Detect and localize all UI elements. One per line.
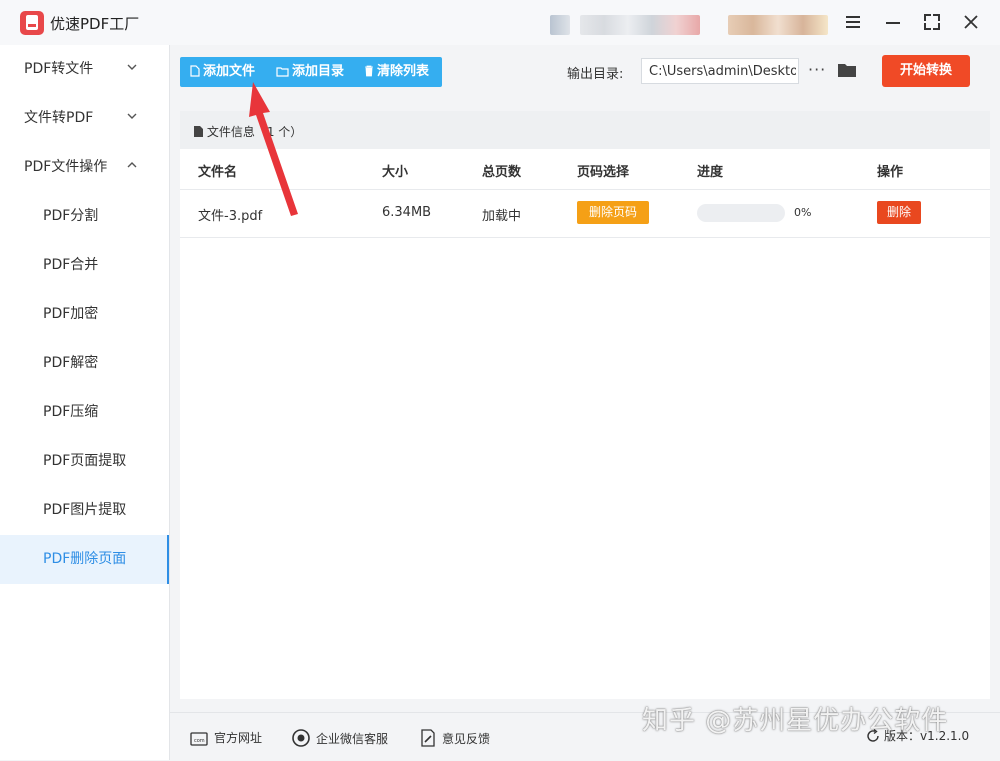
sidebar-item-label: PDF转文件 bbox=[24, 61, 94, 77]
feedback-label: 意见反馈 bbox=[442, 732, 491, 746]
refresh-icon bbox=[867, 728, 879, 742]
file-size: 6.34MB bbox=[382, 205, 432, 220]
sidebar-item-pdf-compress[interactable]: PDF压缩 bbox=[0, 388, 169, 437]
sidebar-item-label: PDF页面提取 bbox=[43, 453, 127, 469]
delete-pages-button[interactable]: 删除页码 bbox=[577, 201, 649, 224]
chevron-up-icon bbox=[127, 143, 137, 192]
sidebar-item-label: PDF分割 bbox=[43, 208, 99, 224]
table-header: 文件名 大小 总页数 页码选择 进度 操作 bbox=[180, 149, 990, 190]
title-bar: 优速PDF工厂 bbox=[0, 0, 1000, 45]
sidebar-item-pdf-operations[interactable]: PDF文件操作 bbox=[0, 143, 169, 192]
sidebar-item-label: PDF文件操作 bbox=[24, 159, 108, 175]
column-header-progress: 进度 bbox=[697, 165, 724, 180]
output-dir-label: 输出目录: bbox=[567, 67, 624, 82]
file-info-bar: 文件信息（1 个） bbox=[180, 111, 990, 149]
progress-bar bbox=[697, 204, 785, 222]
file-pages: 加载中 bbox=[482, 209, 522, 224]
file-info-label: 文件信息 bbox=[206, 125, 255, 139]
delete-file-button[interactable]: 删除 bbox=[877, 201, 921, 224]
version-label: 版本： bbox=[884, 729, 921, 743]
blurred-account-info bbox=[580, 15, 700, 35]
sidebar-item-pdf-to-file[interactable]: PDF转文件 bbox=[0, 45, 169, 94]
document-icon bbox=[194, 126, 203, 137]
website-icon: com bbox=[190, 732, 208, 746]
version-number: v1.2.1.0 bbox=[920, 729, 970, 743]
add-file-button[interactable]: 添加文件 bbox=[190, 57, 255, 87]
maximize-icon[interactable] bbox=[921, 11, 943, 33]
clear-list-button[interactable]: 清除列表 bbox=[364, 57, 429, 87]
feedback-icon bbox=[421, 729, 435, 747]
sidebar-item-pdf-merge[interactable]: PDF合并 bbox=[0, 241, 169, 290]
output-dir-input[interactable] bbox=[641, 58, 799, 84]
open-folder-icon[interactable] bbox=[837, 62, 857, 82]
file-toolbar: 添加文件 添加目录 清除列表 bbox=[180, 57, 442, 87]
sidebar-item-label: PDF删除页面 bbox=[43, 551, 127, 567]
file-list-panel: 文件信息（1 个） 文件名 大小 总页数 页码选择 进度 操作 文件-3.pdf… bbox=[180, 111, 990, 699]
sidebar-item-pdf-image-extract[interactable]: PDF图片提取 bbox=[0, 486, 169, 535]
column-header-pages: 总页数 bbox=[482, 165, 522, 180]
website-label: 官方网址 bbox=[214, 731, 263, 745]
table-row: 文件-3.pdf 6.34MB 加载中 删除页码 0% 删除 bbox=[180, 190, 990, 238]
version-info: 版本：v1.2.1.0 bbox=[866, 727, 969, 744]
file-name: 文件-3.pdf bbox=[198, 209, 263, 224]
sidebar-item-pdf-encrypt[interactable]: PDF加密 bbox=[0, 290, 169, 339]
blurred-avatar bbox=[550, 15, 570, 35]
sidebar-item-label: 文件转PDF bbox=[24, 110, 94, 126]
sidebar-item-file-to-pdf[interactable]: 文件转PDF bbox=[0, 94, 169, 143]
blurred-vip-badge bbox=[728, 15, 828, 35]
website-link[interactable]: com 官方网址 bbox=[190, 729, 262, 746]
trash-icon bbox=[365, 65, 373, 77]
folder-outline-icon bbox=[276, 67, 289, 77]
close-icon[interactable] bbox=[960, 11, 982, 33]
wechat-service-link[interactable]: 企业微信客服 bbox=[292, 729, 388, 747]
chevron-down-icon bbox=[127, 94, 137, 143]
column-header-action: 操作 bbox=[877, 165, 904, 180]
sidebar-item-label: PDF解密 bbox=[43, 355, 99, 371]
sidebar-item-label: PDF合并 bbox=[43, 257, 99, 273]
file-info-text: 文件信息（1 个） bbox=[194, 123, 302, 140]
wechat-label: 企业微信客服 bbox=[316, 732, 389, 746]
feedback-link[interactable]: 意见反馈 bbox=[420, 729, 490, 747]
sidebar-item-pdf-split[interactable]: PDF分割 bbox=[0, 192, 169, 241]
column-header-size: 大小 bbox=[382, 165, 409, 180]
chat-icon bbox=[292, 729, 310, 747]
sidebar: PDF转文件 文件转PDF PDF文件操作 PDF分割 PDF合并 PDF加密 … bbox=[0, 45, 170, 760]
chevron-down-icon bbox=[127, 45, 137, 94]
add-folder-button[interactable]: 添加目录 bbox=[276, 57, 344, 87]
progress-percent: 0% bbox=[794, 206, 812, 219]
sidebar-item-pdf-page-extract[interactable]: PDF页面提取 bbox=[0, 437, 169, 486]
add-folder-label: 添加目录 bbox=[292, 64, 345, 79]
clear-list-label: 清除列表 bbox=[377, 64, 430, 79]
svg-text:com: com bbox=[194, 738, 205, 744]
app-title: 优速PDF工厂 bbox=[50, 15, 140, 33]
file-icon bbox=[190, 65, 200, 77]
column-header-page-select: 页码选择 bbox=[577, 165, 630, 180]
start-convert-button[interactable]: 开始转换 bbox=[882, 55, 970, 87]
file-count: （1 个） bbox=[254, 125, 303, 139]
minimize-icon[interactable] bbox=[882, 11, 904, 33]
add-file-label: 添加文件 bbox=[203, 64, 256, 79]
sidebar-item-label: PDF压缩 bbox=[43, 404, 99, 420]
menu-icon[interactable] bbox=[842, 11, 864, 33]
column-header-name: 文件名 bbox=[198, 165, 238, 180]
app-logo-icon bbox=[20, 11, 44, 35]
sidebar-item-label: PDF加密 bbox=[43, 306, 99, 322]
sidebar-item-pdf-decrypt[interactable]: PDF解密 bbox=[0, 339, 169, 388]
sidebar-item-pdf-delete-pages[interactable]: PDF删除页面 bbox=[0, 535, 169, 584]
browse-more-button[interactable]: ··· bbox=[808, 60, 826, 79]
sidebar-item-label: PDF图片提取 bbox=[43, 502, 127, 518]
